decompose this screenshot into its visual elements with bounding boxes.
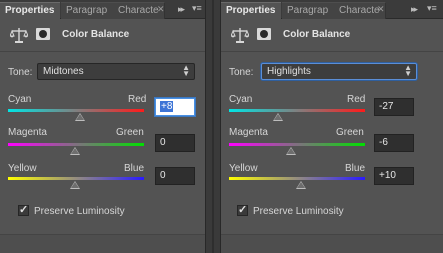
green-label: Green xyxy=(116,127,144,138)
yellow-blue-slider-thumb[interactable] xyxy=(70,181,80,189)
yellow-blue-value-input[interactable]: 0 xyxy=(155,167,195,185)
select-arrows-icon: ▲ ▼ xyxy=(182,63,190,78)
yellow-blue-slider-track[interactable] xyxy=(8,177,144,180)
panel-footer xyxy=(0,234,205,253)
collapse-panel-icon[interactable]: ▸▸ xyxy=(178,4,185,15)
yellow-label: Yellow xyxy=(8,163,37,174)
adjustment-title: Color Balance xyxy=(283,29,351,40)
panel-menu-icon[interactable]: ▾≡ xyxy=(192,3,202,14)
blue-label: Blue xyxy=(124,163,145,174)
panel-separator xyxy=(205,0,221,253)
blue-label: Blue xyxy=(345,163,366,174)
divider xyxy=(0,51,205,52)
magenta-green-value-input[interactable]: 0 xyxy=(155,134,195,152)
red-label: Red xyxy=(347,94,366,105)
magenta-green-slider-track[interactable] xyxy=(229,143,365,146)
preserve-luminosity-label: Preserve Luminosity xyxy=(34,206,125,217)
panel-header: Color Balance xyxy=(0,20,205,50)
yellow-blue-slider-track[interactable] xyxy=(229,177,365,180)
tone-select[interactable]: Midtones ▲ ▼ xyxy=(37,63,195,80)
green-label: Green xyxy=(336,127,364,138)
divider xyxy=(221,51,443,52)
cyan-red-slider-track[interactable] xyxy=(8,109,144,112)
cyan-red-slider-thumb[interactable] xyxy=(273,113,283,121)
panel-menu-icon[interactable]: ▾≡ xyxy=(427,3,437,14)
tab-properties[interactable]: Properties xyxy=(221,2,281,19)
red-label: Red xyxy=(128,94,147,105)
layer-mask-icon[interactable] xyxy=(36,28,50,40)
close-icon[interactable]: ✕ xyxy=(157,4,165,15)
yellow-blue-value-input[interactable]: +10 xyxy=(374,167,414,185)
tab-properties[interactable]: Properties xyxy=(0,2,60,19)
balance-scale-icon xyxy=(10,28,28,43)
tone-label: Tone: xyxy=(229,67,254,78)
magenta-green-slider-thumb[interactable] xyxy=(286,147,296,155)
preserve-luminosity-checkbox[interactable] xyxy=(237,203,248,216)
tone-select-value: Midtones xyxy=(43,66,84,77)
balance-scale-icon xyxy=(231,28,249,43)
magenta-green-slider-track[interactable] xyxy=(8,143,144,146)
adjustment-title: Color Balance xyxy=(62,29,130,40)
tone-select-value: Highlights xyxy=(267,66,311,77)
tab-bar: Properties Paragrap Characte ✕ ▸▸ ▾≡ xyxy=(0,0,205,19)
layer-mask-icon[interactable] xyxy=(257,28,271,40)
tab-bar: Properties Paragrap Characte ✕ ▸▸ ▾≡ xyxy=(221,0,443,19)
select-arrows-icon: ▲ ▼ xyxy=(404,63,412,78)
cyan-label: Cyan xyxy=(229,94,253,105)
properties-panel-midtones: Properties Paragrap Characte ✕ ▸▸ ▾≡ Col… xyxy=(0,0,205,253)
collapse-panel-icon[interactable]: ▸▸ xyxy=(411,4,418,15)
close-icon[interactable]: ✕ xyxy=(377,4,385,15)
tone-label: Tone: xyxy=(8,67,33,78)
properties-panel-highlights: Properties Paragrap Characte ✕ ▸▸ ▾≡ Col… xyxy=(221,0,443,253)
tab-paragraph[interactable]: Paragrap xyxy=(61,2,114,19)
preserve-luminosity-checkbox[interactable] xyxy=(18,203,29,216)
tab-paragraph[interactable]: Paragrap xyxy=(282,2,335,19)
magenta-green-slider-thumb[interactable] xyxy=(70,147,80,155)
magenta-label: Magenta xyxy=(8,127,47,138)
preserve-luminosity-label: Preserve Luminosity xyxy=(253,206,344,217)
cyan-red-slider-thumb[interactable] xyxy=(75,113,85,121)
cyan-red-value-input[interactable]: +8 xyxy=(155,98,195,116)
magenta-label: Magenta xyxy=(229,127,268,138)
magenta-green-value-input[interactable]: -6 xyxy=(374,134,414,152)
yellow-label: Yellow xyxy=(229,163,258,174)
cyan-red-value-input[interactable]: -27 xyxy=(374,98,414,116)
panel-footer xyxy=(221,234,443,253)
panel-header: Color Balance xyxy=(221,20,443,50)
yellow-blue-slider-thumb[interactable] xyxy=(296,181,306,189)
cyan-red-slider-track[interactable] xyxy=(229,109,365,112)
cyan-label: Cyan xyxy=(8,94,32,105)
tone-select[interactable]: Highlights ▲ ▼ xyxy=(261,63,417,80)
